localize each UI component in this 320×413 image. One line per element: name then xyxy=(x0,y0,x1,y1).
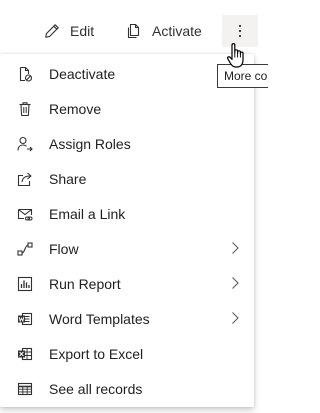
more-vertical-icon xyxy=(238,24,242,38)
activate-button[interactable]: Activate xyxy=(124,15,202,47)
excel-icon xyxy=(16,345,34,363)
email-link-icon xyxy=(16,205,34,223)
report-icon xyxy=(16,275,34,293)
menu-item-label: See all records xyxy=(49,380,143,397)
activate-icon xyxy=(124,21,144,41)
activate-label: Activate xyxy=(152,23,202,39)
menu-item-share[interactable]: Share xyxy=(0,161,254,196)
menu-item-run-report[interactable]: Run Report xyxy=(0,266,254,301)
menu-item-label: Remove xyxy=(49,100,102,117)
menu-item-label: Flow xyxy=(49,240,79,257)
person-arrow-icon xyxy=(16,135,34,153)
menu-item-see-all-records[interactable]: See all records xyxy=(0,371,254,406)
flow-icon xyxy=(16,240,34,258)
edit-label: Edit xyxy=(70,23,95,39)
app-root: Edit Activate Deactivate Remove Assign R… xyxy=(0,0,268,413)
share-icon xyxy=(16,170,34,188)
edit-button[interactable]: Edit xyxy=(42,15,94,47)
hand-cursor-icon xyxy=(226,42,248,70)
menu-item-label: Email a Link xyxy=(49,205,126,222)
menu-item-label: Word Templates xyxy=(49,310,150,327)
table-icon xyxy=(16,380,34,398)
pencil-icon xyxy=(42,21,62,41)
menu-item-export-to-excel[interactable]: Export to Excel xyxy=(0,336,254,371)
menu-item-assign-roles[interactable]: Assign Roles xyxy=(0,126,254,161)
menu-item-label: Share xyxy=(49,170,87,187)
menu-item-flow[interactable]: Flow xyxy=(0,231,254,266)
chevron-right-icon xyxy=(228,241,242,255)
deactivate-icon xyxy=(16,65,34,83)
menu-item-remove[interactable]: Remove xyxy=(0,91,254,126)
menu-item-label: Deactivate xyxy=(49,65,116,82)
menu-item-deactivate[interactable]: Deactivate xyxy=(0,56,254,91)
chevron-right-icon xyxy=(228,276,242,290)
chevron-right-icon xyxy=(228,311,242,325)
menu-item-label: Export to Excel xyxy=(49,345,144,362)
menu-item-word-templates[interactable]: Word Templates xyxy=(0,301,254,336)
menu-item-label: Run Report xyxy=(49,275,121,292)
trash-icon xyxy=(16,100,34,118)
overflow-menu: Deactivate Remove Assign Roles Share Ema… xyxy=(0,54,254,407)
word-icon xyxy=(16,310,34,328)
menu-item-label: Assign Roles xyxy=(49,135,131,152)
menu-item-email-a-link[interactable]: Email a Link xyxy=(0,196,254,231)
